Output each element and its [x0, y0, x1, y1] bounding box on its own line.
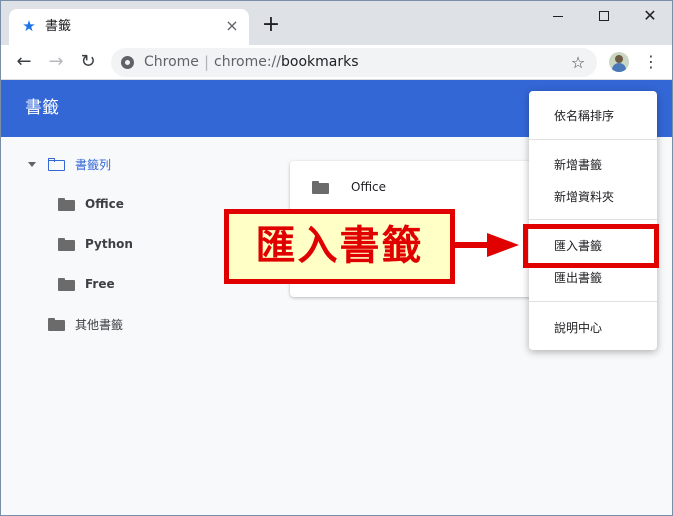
tree-item-label: 其他書籤	[75, 317, 124, 332]
reload-button[interactable]: ↻	[75, 49, 101, 75]
tab-title: 書籤	[45, 19, 72, 34]
omnibox-separator: |	[204, 53, 210, 71]
folder-icon	[58, 197, 75, 211]
arrow-left-icon: ←	[16, 51, 32, 72]
organize-menu: 依名稱排序 新增書籤 新增資料夾 匯入書籤 匯出書籤 說明中心	[529, 91, 657, 350]
browser-window: ★ 書籤 × + ✕ ← → ↻ Chrome | chrome:// book…	[0, 0, 673, 516]
tree-item-bookmarks-bar[interactable]: 書籤列	[28, 152, 111, 176]
tree-item-label: 書籤列	[75, 157, 112, 172]
minimize-button[interactable]	[535, 1, 581, 31]
menu-item-help-center[interactable]: 說明中心	[554, 319, 602, 336]
menu-item-sort-by-name[interactable]: 依名稱排序	[554, 107, 614, 124]
back-button[interactable]: ←	[11, 49, 37, 75]
tree-item-label: Free	[85, 277, 115, 291]
menu-divider	[529, 139, 657, 140]
omnibox-app-name: Chrome	[144, 54, 199, 70]
caret-down-icon[interactable]	[28, 161, 36, 167]
maximize-button[interactable]	[581, 1, 627, 31]
annotation-callout: 匯入書籤	[224, 209, 455, 284]
annotation-arrow	[455, 242, 489, 248]
tree-item-label: Office	[85, 197, 124, 211]
tree-item-office[interactable]: Office	[58, 192, 124, 216]
menu-divider	[529, 301, 657, 302]
list-item[interactable]: Office	[312, 180, 386, 194]
reload-icon: ↻	[80, 51, 96, 72]
menu-divider	[529, 219, 657, 220]
omnibox-host: bookmarks	[281, 54, 359, 70]
chrome-icon	[121, 56, 134, 69]
tree-item-free[interactable]: Free	[58, 272, 115, 296]
tree-item-other-bookmarks[interactable]: 其他書籤	[48, 312, 123, 336]
annotation-highlight-box	[523, 224, 659, 268]
toolbar: ← → ↻ Chrome | chrome:// bookmarks ☆ ⋮	[1, 45, 672, 80]
close-icon[interactable]: ×	[223, 17, 241, 35]
folder-icon	[312, 180, 329, 194]
avatar[interactable]	[609, 52, 629, 72]
forward-button[interactable]: →	[43, 49, 69, 75]
menu-item-export-bookmarks[interactable]: 匯出書籤	[554, 269, 602, 286]
menu-item-add-bookmark[interactable]: 新增書籤	[554, 156, 602, 173]
folder-icon	[48, 317, 65, 331]
folder-icon	[58, 237, 75, 251]
tab-strip: ★ 書籤 × + ✕	[1, 1, 672, 45]
folder-icon	[58, 277, 75, 291]
menu-item-add-folder[interactable]: 新增資料夾	[554, 188, 614, 205]
tab-bookmarks[interactable]: ★ 書籤 ×	[9, 9, 249, 45]
list-item-label: Office	[351, 180, 387, 194]
maximize-icon	[599, 11, 609, 21]
star-icon: ★	[22, 17, 36, 35]
folder-open-icon	[48, 157, 65, 171]
tree-item-python[interactable]: Python	[58, 232, 133, 256]
minimize-icon	[553, 15, 563, 17]
omnibox-scheme: chrome://	[214, 54, 281, 70]
annotation-text: 匯入書籤	[255, 223, 424, 269]
new-tab-button[interactable]: +	[259, 13, 283, 37]
more-vertical-icon[interactable]: ⋮	[641, 52, 661, 72]
tree-item-label: Python	[85, 237, 133, 251]
address-bar[interactable]: Chrome | chrome:// bookmarks ☆	[111, 48, 597, 77]
page-title: 書籤	[25, 98, 59, 118]
close-icon: ✕	[643, 6, 657, 25]
window-close-button[interactable]: ✕	[627, 1, 672, 31]
arrow-right-icon: →	[48, 51, 64, 72]
annotation-arrowhead	[487, 233, 519, 257]
bookmark-star-icon[interactable]: ☆	[567, 52, 589, 74]
